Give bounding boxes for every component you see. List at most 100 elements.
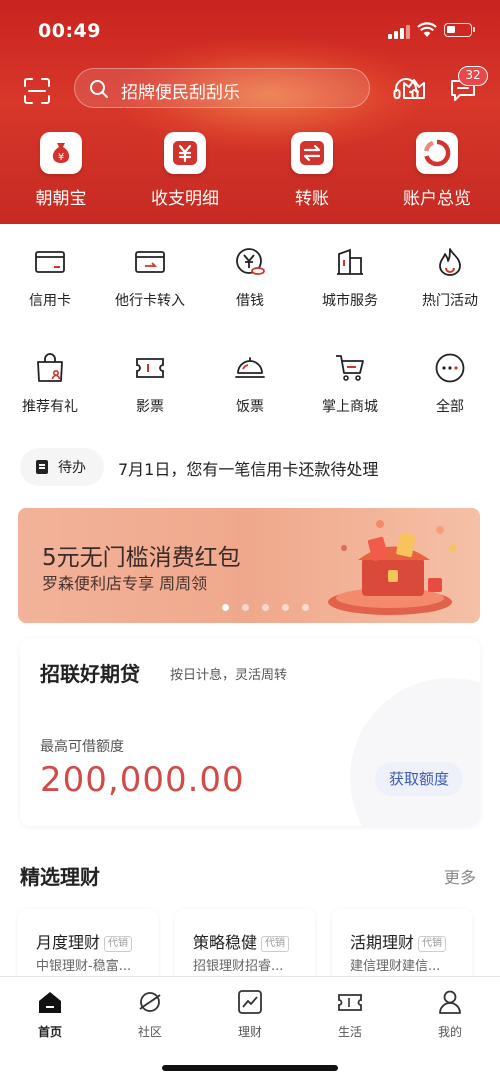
more-dots-icon: [435, 353, 465, 383]
tab-home[interactable]: 首页: [0, 987, 100, 1047]
quick-action-transfer[interactable]: 转账: [257, 132, 367, 212]
todo-chip[interactable]: 待办: [20, 448, 104, 486]
flame-icon: [439, 248, 461, 276]
wifi-icon: [417, 22, 437, 37]
grid-item-referral-rewards[interactable]: 推荐有礼: [0, 352, 100, 442]
ring-chart-icon: [423, 139, 451, 167]
product-desc: 建信理财建信...: [350, 959, 441, 974]
banner-title: 5元无门槛消费红包: [42, 545, 241, 571]
tab-label: 生活: [337, 1025, 362, 1039]
grid-item-label: 影票: [136, 399, 164, 415]
ticket-icon: [338, 994, 362, 1011]
tab-life[interactable]: 生活: [300, 987, 400, 1047]
planet-icon: [139, 992, 161, 1012]
wealth-more-link[interactable]: 更多: [444, 864, 476, 888]
loan-card[interactable]: 招联好期贷 按日计息，灵活周转 最高可借额度 200,000.00 获取额度: [20, 638, 480, 826]
svg-text:¥: ¥: [58, 152, 64, 163]
search-icon: [90, 80, 108, 98]
quick-action-account-overview[interactable]: 账户总览: [382, 132, 492, 212]
home-icon: [39, 992, 61, 1013]
todo-message[interactable]: 7月1日，您有一笔信用卡还款待处理: [118, 456, 378, 480]
transfer-arrows-icon: [300, 141, 324, 165]
tab-label: 我的: [437, 1025, 462, 1039]
grid-item-borrow[interactable]: 借钱: [200, 246, 300, 336]
loan-limit-label: 最高可借额度: [40, 739, 124, 755]
quick-action-transactions[interactable]: 收支明细: [130, 132, 240, 212]
banner-pagination: [222, 604, 312, 612]
product-name: 活期理财 代销: [350, 929, 447, 953]
loan-title: 招联好期贷: [40, 662, 140, 686]
person-icon: [439, 990, 461, 1014]
quick-action-zhaozhaobao[interactable]: ¥ 朝朝宝: [6, 132, 116, 212]
grid-item-movie-tickets[interactable]: 影票: [100, 352, 200, 442]
bottom-tab-bar: 首页 社区 理财 生活 我的: [0, 976, 500, 1083]
building-icon: [337, 248, 363, 275]
agency-tag: 代销: [418, 936, 447, 952]
agency-tag: 代销: [261, 936, 290, 952]
treasure-chest-illustration: [328, 520, 457, 615]
gift-bag-icon: [37, 353, 63, 382]
yen-coin-icon: [236, 248, 265, 275]
loan-description: 按日计息，灵活周转: [170, 668, 288, 683]
tab-community[interactable]: 社区: [100, 987, 200, 1047]
grid-item-city-services[interactable]: 城市服务: [300, 246, 400, 336]
search-bar[interactable]: 招牌便民刮刮乐: [74, 68, 425, 108]
grid-item-card-transfer-in[interactable]: 他行卡转入: [100, 246, 200, 336]
money-bag-icon: ¥: [52, 143, 70, 163]
wealth-section-title: 精选理财: [20, 865, 100, 889]
quick-action-label: 转账: [295, 189, 329, 209]
todo-icon: [36, 460, 48, 474]
grid-item-hot-events[interactable]: 热门活动: [400, 246, 500, 336]
grid-item-credit-card[interactable]: 信用卡: [0, 246, 100, 336]
grid-item-all[interactable]: 全部: [400, 352, 500, 442]
home-indicator[interactable]: [162, 1065, 338, 1071]
tab-wealth[interactable]: 理财: [200, 987, 300, 1047]
dish-cover-icon: [235, 357, 265, 378]
quick-actions: ¥ 朝朝宝 收支明细 转账 账户总览: [0, 132, 500, 212]
card-transfer-icon: [135, 251, 165, 273]
message-badge: 32: [458, 66, 488, 86]
agency-tag: 代销: [104, 936, 133, 952]
grid-item-label: 饭票: [236, 399, 264, 415]
grid-item-meal-vouchers[interactable]: 饭票: [200, 352, 300, 442]
grid-item-label: 掌上商城: [322, 399, 378, 415]
service-grid: 信用卡 他行卡转入 借钱 城市服务 热门活动 推荐有礼 影票 饭票 掌上商城 全…: [0, 224, 500, 436]
promo-banner[interactable]: 5元无门槛消费红包 罗森便利店专享 周周领: [18, 508, 480, 623]
loan-limit-amount: 200,000.00: [40, 760, 245, 800]
get-limit-button[interactable]: 获取额度: [375, 762, 463, 796]
quick-action-label: 收支明细: [151, 189, 219, 209]
grid-item-label: 全部: [436, 399, 464, 415]
status-bar: 00:49: [0, 0, 500, 62]
grid-item-label: 他行卡转入: [115, 293, 185, 309]
grid-item-label: 热门活动: [422, 293, 478, 309]
grid-item-label: 推荐有礼: [22, 399, 78, 415]
quick-action-label: 账户总览: [403, 189, 471, 209]
cellular-signal-icon: [388, 25, 410, 39]
status-time: 00:49: [38, 20, 101, 42]
todo-label: 待办: [58, 460, 86, 476]
yen-icon: [173, 141, 197, 165]
product-desc: 中银理财-稳富...: [36, 959, 132, 974]
battery-icon: [444, 23, 475, 37]
grid-item-online-mall[interactable]: 掌上商城: [300, 352, 400, 442]
search-placeholder: 招牌便民刮刮乐: [121, 83, 240, 103]
trend-chart-icon: [238, 990, 262, 1014]
tab-label: 理财: [237, 1025, 262, 1039]
scan-icon[interactable]: [24, 78, 50, 104]
header: 00:49 招牌便民刮刮乐 32 ¥ 朝朝宝 收支明细 转账 账户总览: [0, 0, 500, 224]
tab-label: 社区: [137, 1025, 162, 1039]
cart-icon: [336, 355, 364, 381]
grid-item-label: 城市服务: [322, 293, 378, 309]
banner-subtitle: 罗森便利店专享 周周领: [42, 574, 208, 593]
tab-me[interactable]: 我的: [400, 987, 500, 1047]
tab-label: 首页: [37, 1025, 62, 1039]
product-name: 策略稳健 代销: [193, 929, 290, 953]
top-bar: 招牌便民刮刮乐 32: [0, 66, 500, 110]
customer-service-icon[interactable]: [392, 76, 420, 102]
quick-action-label: 朝朝宝: [35, 189, 87, 209]
product-name: 月度理财 代销: [36, 929, 133, 953]
main-content: 待办 7月1日，您有一笔信用卡还款待处理 5元无门槛消费红包 罗森便利店专享 周…: [0, 436, 500, 999]
credit-card-icon: [35, 251, 65, 273]
loan-card-decoration: [350, 678, 480, 826]
grid-item-label: 借钱: [236, 293, 264, 309]
